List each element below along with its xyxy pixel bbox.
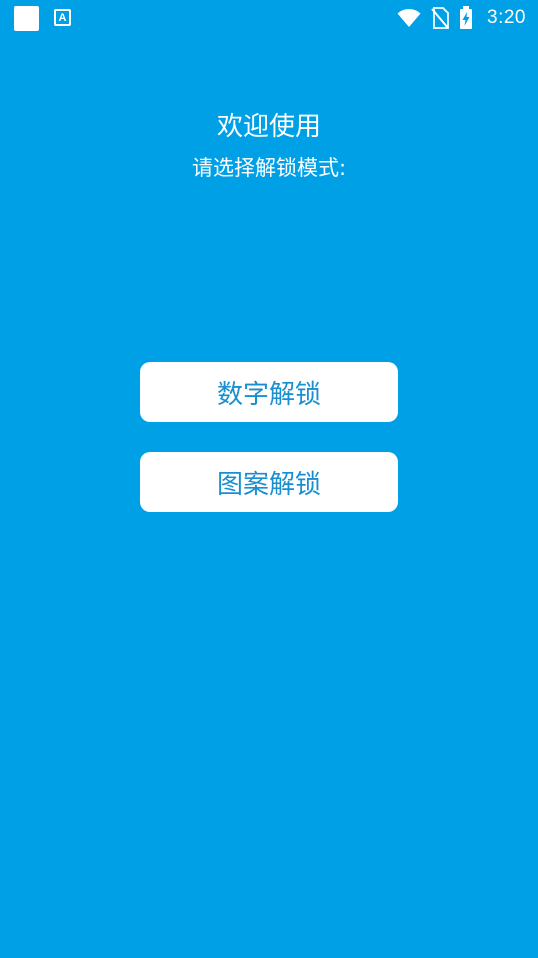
select-mode-subtitle: 请选择解锁模式: bbox=[191, 156, 347, 180]
wifi-icon bbox=[397, 8, 421, 28]
battery-charging-icon bbox=[459, 6, 473, 30]
no-sim-icon bbox=[431, 7, 450, 29]
notification-square-icon bbox=[14, 6, 39, 31]
screen: A 3:20 欢迎使用 请选择解锁模式: 数字解锁 图案解锁 bbox=[0, 0, 538, 958]
status-bar: A 3:20 bbox=[0, 0, 538, 36]
status-time: 3:20 bbox=[487, 7, 526, 28]
status-icons: 3:20 bbox=[397, 5, 526, 31]
number-unlock-button[interactable]: 数字解锁 bbox=[140, 362, 398, 422]
app-a-icon: A bbox=[54, 9, 71, 26]
pattern-unlock-button[interactable]: 图案解锁 bbox=[140, 452, 398, 512]
welcome-title: 欢迎使用 bbox=[216, 112, 321, 142]
